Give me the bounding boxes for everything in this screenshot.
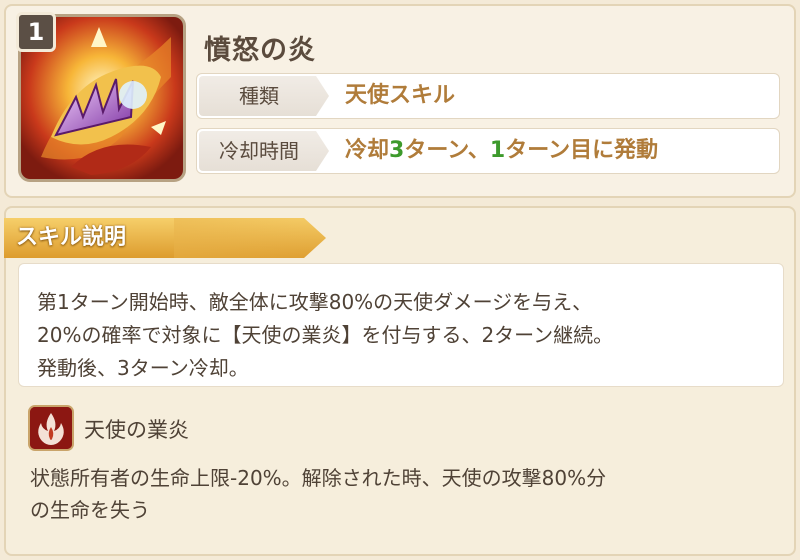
skill-name: 憤怒の炎 [204, 35, 316, 66]
skill-type-row: 種類 天使スキル [196, 73, 780, 119]
section-title: スキル説明 [16, 225, 127, 250]
activation-turn-number: 1 [489, 138, 506, 163]
description-line: 発動後、3ターン冷却。 [37, 356, 249, 380]
description-line: 第1ターン開始時、敵全体に攻撃80%の天使ダメージを与え、 [37, 290, 593, 314]
section-ribbon: スキル説明 [4, 218, 334, 258]
flame-status-icon[interactable] [28, 405, 74, 451]
skill-cooldown-value: 冷却3ターン、1ターン目に発動 [345, 129, 658, 173]
description-line: 20%の確率で対象に【天使の業炎】を付与する、2ターン継続。 [37, 323, 614, 347]
skill-level-badge: 1 [16, 12, 56, 52]
cooldown-text-part: 冷却 [345, 138, 390, 163]
skill-type-value: 天使スキル [345, 83, 456, 108]
cooldown-text-part: ターン、 [404, 138, 490, 163]
cooldown-text-part: ターン目に発動 [505, 138, 659, 163]
flame-status-icon-art [30, 407, 72, 449]
cooldown-turns-number: 3 [389, 138, 405, 163]
effect-description-line: の生命を失う [30, 498, 150, 522]
skill-cooldown-row: 冷却時間 冷却3ターン、1ターン目に発動 [196, 128, 780, 174]
skill-type-label: 種類 [199, 76, 329, 116]
skill-cooldown-label: 冷却時間 [199, 131, 329, 171]
effect-name: 天使の業炎 [84, 418, 189, 442]
description-box: 第1ターン開始時、敵全体に攻撃80%の天使ダメージを与え、 20%の確率で対象に… [18, 263, 784, 387]
effect-description-line: 状態所有者の生命上限-20%。解除された時、天使の攻撃80%分 [30, 466, 607, 490]
